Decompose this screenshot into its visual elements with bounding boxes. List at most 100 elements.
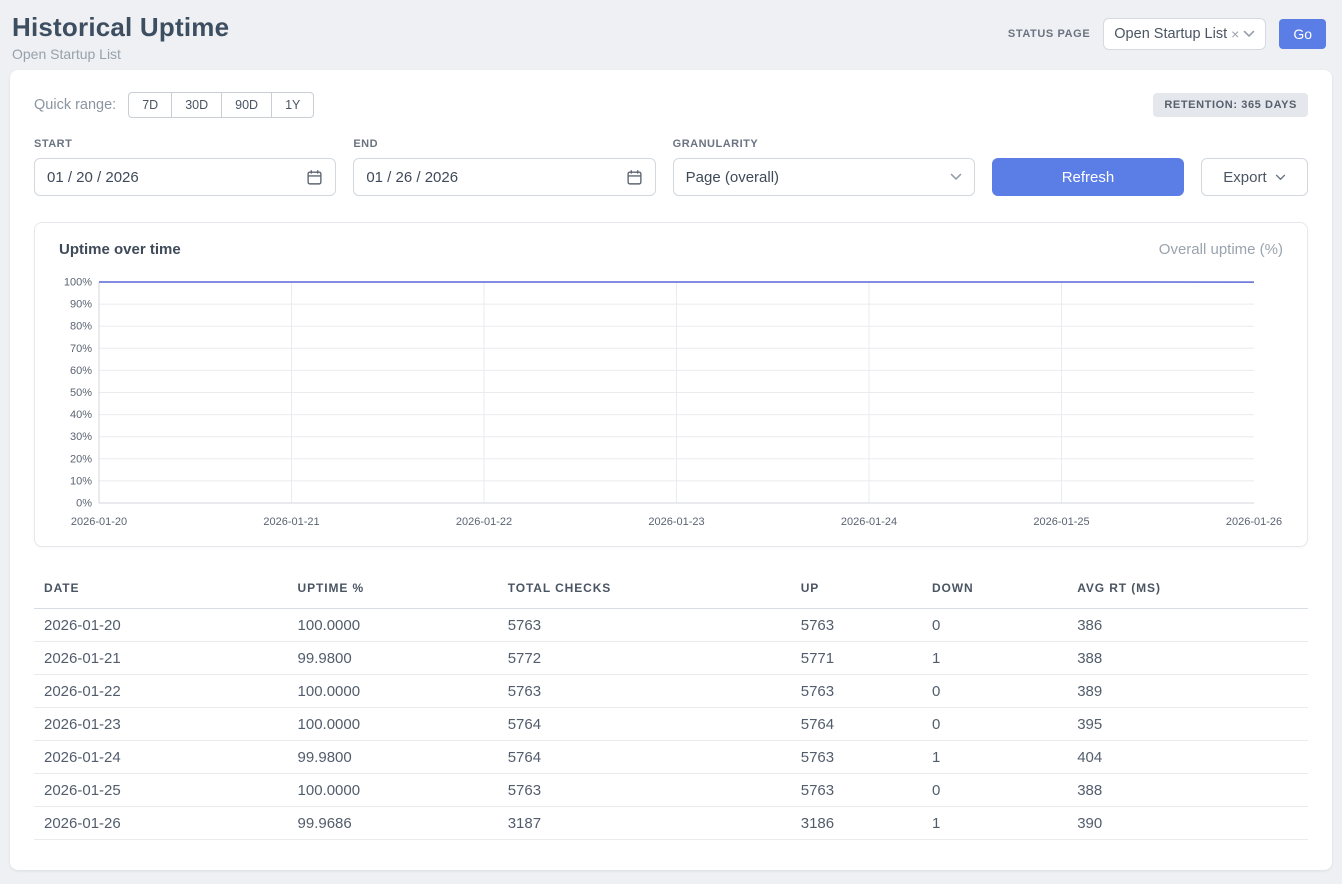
table-cell: 5763: [791, 774, 922, 807]
svg-text:80%: 80%: [70, 321, 92, 333]
table-row: 2026-01-20100.0000576357630386: [34, 609, 1308, 642]
page-subtitle: Open Startup List: [12, 46, 229, 62]
svg-text:2026-01-26: 2026-01-26: [1226, 516, 1282, 528]
table-cell: 5771: [791, 642, 922, 675]
svg-text:2026-01-23: 2026-01-23: [648, 516, 704, 528]
table-row: 2026-01-2199.9800577257711388: [34, 642, 1308, 675]
table-cell: 0: [922, 675, 1067, 708]
quick-range-group: 7D 30D 90D 1Y: [128, 92, 314, 118]
svg-text:20%: 20%: [70, 453, 92, 465]
header-actions: STATUS PAGE Open Startup List × Go: [1008, 18, 1326, 50]
chevron-down-icon: [1243, 30, 1255, 38]
retention-badge: RETENTION: 365 DAYS: [1153, 93, 1308, 117]
page-header: Historical Uptime Open Startup List STAT…: [0, 0, 1342, 70]
table-row: 2026-01-2499.9800576457631404: [34, 741, 1308, 774]
end-date-value: 01 / 26 / 2026: [366, 169, 458, 186]
quick-range-label: Quick range:: [34, 97, 116, 113]
svg-text:2026-01-22: 2026-01-22: [456, 516, 512, 528]
chart-header: Uptime over time Overall uptime (%): [59, 241, 1283, 258]
start-date-value: 01 / 20 / 2026: [47, 169, 139, 186]
svg-text:2026-01-21: 2026-01-21: [263, 516, 319, 528]
table-cell: 5772: [498, 642, 791, 675]
table-cell: 100.0000: [288, 708, 498, 741]
table-cell: 395: [1067, 708, 1308, 741]
start-date-label: START: [34, 138, 336, 150]
refresh-button[interactable]: Refresh: [992, 158, 1184, 196]
table-cell: 0: [922, 774, 1067, 807]
table-cell: 1: [922, 642, 1067, 675]
table-cell: 389: [1067, 675, 1308, 708]
granularity-field: GRANULARITY Page (overall): [673, 138, 975, 196]
table-cell: 5764: [791, 708, 922, 741]
table-cell: 5764: [498, 741, 791, 774]
go-button[interactable]: Go: [1279, 19, 1326, 49]
svg-text:90%: 90%: [70, 299, 92, 311]
status-page-select[interactable]: Open Startup List ×: [1103, 18, 1266, 50]
column-header: DOWN: [922, 571, 1067, 609]
export-button-label: Export: [1223, 169, 1266, 186]
chart-legend: Overall uptime (%): [1159, 241, 1283, 258]
table-cell: 5763: [791, 741, 922, 774]
table-cell: 5763: [498, 774, 791, 807]
granularity-label: GRANULARITY: [673, 138, 975, 150]
table-cell: 5763: [791, 609, 922, 642]
end-date-input[interactable]: 01 / 26 / 2026: [353, 158, 655, 196]
column-header: DATE: [34, 571, 288, 609]
quick-range-30d-button[interactable]: 30D: [171, 92, 222, 118]
export-button[interactable]: Export: [1201, 158, 1308, 196]
quick-range-90d-button[interactable]: 90D: [221, 92, 272, 118]
svg-text:60%: 60%: [70, 365, 92, 377]
svg-text:10%: 10%: [70, 475, 92, 487]
table-cell: 388: [1067, 642, 1308, 675]
start-date-input[interactable]: 01 / 20 / 2026: [34, 158, 336, 196]
quick-range-1y-button[interactable]: 1Y: [271, 92, 314, 118]
granularity-value: Page (overall): [686, 169, 779, 186]
table-cell: 404: [1067, 741, 1308, 774]
chevron-down-icon: [950, 173, 962, 181]
status-page-selected-value: Open Startup List: [1114, 26, 1227, 42]
status-page-label: STATUS PAGE: [1008, 28, 1090, 40]
svg-text:100%: 100%: [64, 277, 92, 289]
table-cell: 2026-01-21: [34, 642, 288, 675]
column-header: UP: [791, 571, 922, 609]
table-cell: 2026-01-24: [34, 741, 288, 774]
column-header: TOTAL CHECKS: [498, 571, 791, 609]
clear-selection-icon[interactable]: ×: [1231, 26, 1239, 42]
svg-text:2026-01-24: 2026-01-24: [841, 516, 897, 528]
table-cell: 3186: [791, 807, 922, 840]
table-cell: 0: [922, 609, 1067, 642]
page-title: Historical Uptime: [12, 12, 229, 43]
chevron-down-icon: [1275, 174, 1286, 181]
quick-range-row: Quick range: 7D 30D 90D 1Y RETENTION: 36…: [34, 92, 1308, 118]
column-header: UPTIME %: [288, 571, 498, 609]
table-cell: 100.0000: [288, 675, 498, 708]
svg-text:2026-01-20: 2026-01-20: [71, 516, 127, 528]
chart-title: Uptime over time: [59, 241, 181, 258]
table-cell: 2026-01-20: [34, 609, 288, 642]
table-cell: 100.0000: [288, 609, 498, 642]
filter-form-row: START 01 / 20 / 2026 END 01 / 26 / 2026 …: [34, 138, 1308, 196]
svg-text:70%: 70%: [70, 343, 92, 355]
uptime-table: DATEUPTIME %TOTAL CHECKSUPDOWNAVG RT (MS…: [34, 571, 1308, 840]
svg-text:2026-01-25: 2026-01-25: [1033, 516, 1089, 528]
table-cell: 2026-01-23: [34, 708, 288, 741]
granularity-select[interactable]: Page (overall): [673, 158, 975, 196]
start-date-field: START 01 / 20 / 2026: [34, 138, 336, 196]
table-cell: 2026-01-25: [34, 774, 288, 807]
table-header: DATEUPTIME %TOTAL CHECKSUPDOWNAVG RT (MS…: [34, 571, 1308, 609]
end-date-label: END: [353, 138, 655, 150]
table-cell: 5764: [498, 708, 791, 741]
table-cell: 388: [1067, 774, 1308, 807]
table-row: 2026-01-22100.0000576357630389: [34, 675, 1308, 708]
end-date-field: END 01 / 26 / 2026: [353, 138, 655, 196]
table-cell: 390: [1067, 807, 1308, 840]
table-cell: 100.0000: [288, 774, 498, 807]
table-row: 2026-01-2699.9686318731861390: [34, 807, 1308, 840]
table-cell: 99.9800: [288, 741, 498, 774]
quick-range-7d-button[interactable]: 7D: [128, 92, 172, 118]
table-cell: 1: [922, 741, 1067, 774]
calendar-icon[interactable]: [626, 169, 643, 186]
main-card: Quick range: 7D 30D 90D 1Y RETENTION: 36…: [10, 70, 1332, 870]
calendar-icon[interactable]: [306, 169, 323, 186]
table-cell: 3187: [498, 807, 791, 840]
